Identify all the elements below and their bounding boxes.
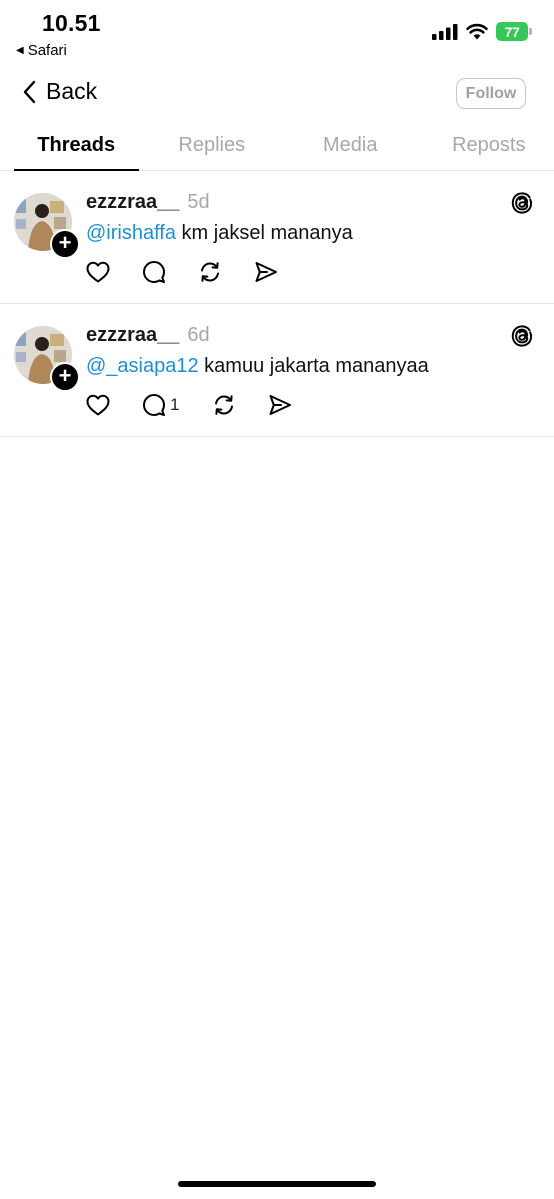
post-header: ezzzraa__ 6d xyxy=(86,324,210,347)
reply-button[interactable]: 1 xyxy=(142,393,212,417)
thread-post[interactable]: + ezzzraa__ 5d @irishaffa km jaksel manan… xyxy=(0,171,554,304)
follow-plus-icon[interactable]: + xyxy=(50,362,80,392)
threads-logo-icon[interactable] xyxy=(510,324,534,348)
back-triangle-icon: ◀ xyxy=(16,45,24,56)
status-time: 10.51 xyxy=(42,10,101,36)
wifi-icon xyxy=(466,23,488,40)
tab-media[interactable]: Media xyxy=(285,126,416,170)
username[interactable]: ezzzraa__ xyxy=(86,324,179,346)
battery-level: 77 xyxy=(496,22,528,41)
comment-icon xyxy=(143,261,165,283)
repost-icon xyxy=(215,395,233,415)
reply-button[interactable] xyxy=(142,260,198,284)
like-button[interactable] xyxy=(86,261,142,283)
repost-button[interactable] xyxy=(212,393,268,417)
home-indicator[interactable] xyxy=(178,1181,376,1187)
reply-count: 1 xyxy=(170,395,180,414)
repost-icon xyxy=(201,262,219,282)
share-button[interactable] xyxy=(268,394,308,416)
repost-button[interactable] xyxy=(198,260,254,284)
mention-link[interactable]: @irishaffa xyxy=(86,222,176,244)
username[interactable]: ezzzraa__ xyxy=(86,191,179,213)
profile-tabs: Threads Replies Media Reposts xyxy=(0,126,554,171)
post-actions: 1 xyxy=(86,392,308,418)
post-text: @_asiapa12 kamuu jakarta mananyaa xyxy=(86,355,429,378)
signal-icon xyxy=(432,23,458,40)
comment-icon xyxy=(143,394,165,416)
post-header: ezzzraa__ 5d xyxy=(86,191,210,214)
like-button[interactable] xyxy=(86,394,142,416)
post-time: 6d xyxy=(187,324,210,346)
tab-replies[interactable]: Replies xyxy=(147,126,278,170)
post-actions xyxy=(86,259,294,285)
post-body-text: kamuu jakarta mananyaa xyxy=(198,355,429,377)
send-icon xyxy=(255,262,277,282)
post-text: @irishaffa km jaksel mananya xyxy=(86,222,353,245)
back-button[interactable]: Back xyxy=(22,78,97,105)
chevron-left-icon xyxy=(23,80,36,103)
post-body-text: km jaksel mananya xyxy=(175,222,353,244)
status-bar: 10.51 ◀ Safari 77 xyxy=(0,0,554,70)
back-label: Back xyxy=(46,78,98,104)
follow-plus-icon[interactable]: + xyxy=(50,229,80,259)
battery-indicator: 77 xyxy=(496,22,532,41)
threads-logo-icon[interactable] xyxy=(510,191,534,215)
follow-button[interactable]: Follow xyxy=(456,78,526,109)
top-nav: Back Follow xyxy=(0,70,554,120)
back-app-label: Safari xyxy=(27,42,67,59)
post-time: 5d xyxy=(187,191,210,213)
tab-reposts[interactable]: Reposts xyxy=(424,126,554,170)
back-to-app[interactable]: ◀ Safari xyxy=(16,42,67,59)
thread-post[interactable]: + ezzzraa__ 6d @_asiapa12 kamuu jakarta m… xyxy=(0,304,554,437)
mention-link[interactable]: @_asiapa12 xyxy=(86,355,199,377)
battery-cap xyxy=(529,28,532,35)
heart-icon xyxy=(86,394,110,416)
send-icon xyxy=(269,395,291,415)
heart-icon xyxy=(86,261,110,283)
status-indicators: 77 xyxy=(432,22,532,41)
tab-threads[interactable]: Threads xyxy=(14,126,139,171)
share-button[interactable] xyxy=(254,261,294,283)
